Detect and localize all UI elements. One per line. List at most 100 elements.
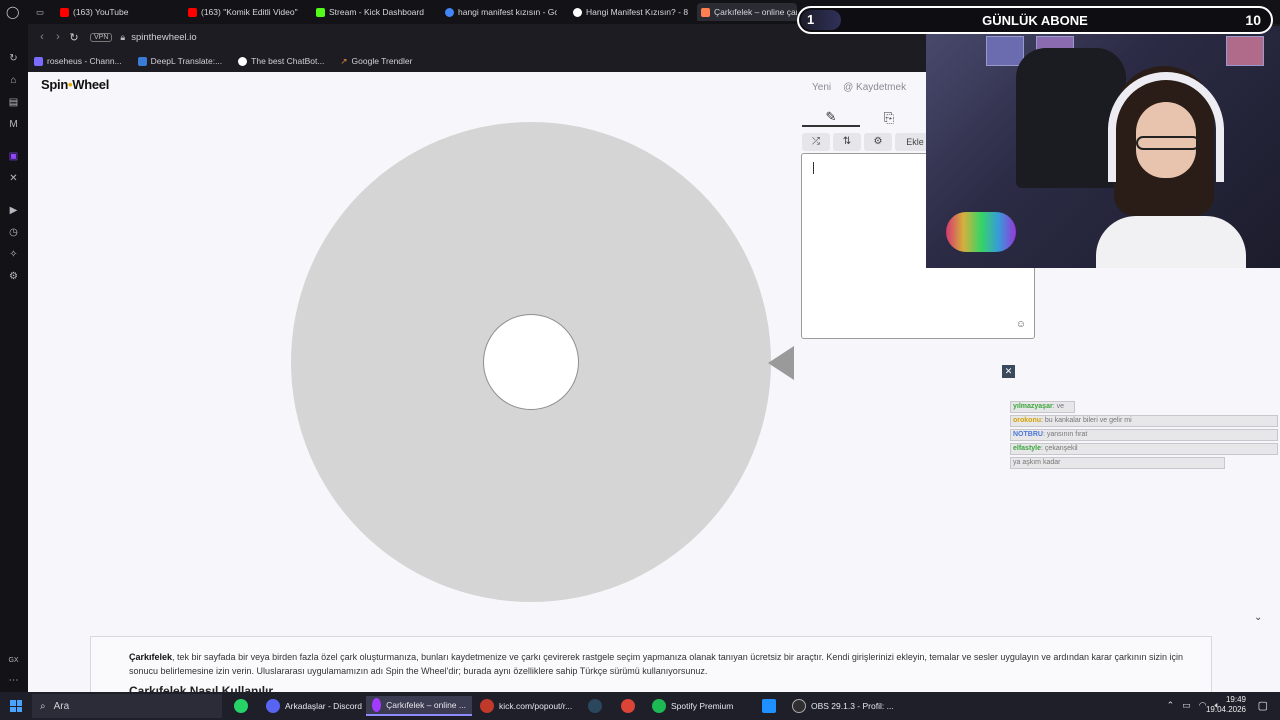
bookmark-roseheus[interactable]: roseheus - Chann... [34, 56, 122, 66]
vpn-badge[interactable]: VPN [90, 32, 113, 42]
top-nav: Yeni @ Kaydetmek [812, 82, 906, 93]
windows-start-icon[interactable] [10, 700, 22, 712]
history-icon[interactable]: ◷ [7, 226, 20, 239]
refresh-icon[interactable]: ↻ [7, 52, 20, 65]
forward-icon[interactable]: › [50, 31, 66, 43]
emoji-icon[interactable]: ☺ [1016, 319, 1026, 330]
wall-poster [1226, 36, 1264, 66]
taskbar-label: OBS 29.1.3 - Profil: ... [811, 701, 894, 711]
tab-label: (163) "Komik Editli Video" [201, 7, 298, 17]
taskbar-obs[interactable]: OBS 29.1.3 - Profil: ... [792, 696, 894, 716]
tab-manifest-quiz[interactable]: Hangi Manifest Kızısın? - 8 [573, 3, 688, 21]
bookmark-chatbot[interactable]: The best ChatBot... [238, 56, 324, 66]
google-icon [445, 7, 454, 17]
extensions-icon[interactable]: ✧ [7, 248, 20, 261]
clock-time: 19:49 [1225, 695, 1246, 704]
x-icon[interactable]: ✕ [7, 172, 20, 185]
taskbar-opera-carkifelek[interactable]: Çarkıfelek – online ... [366, 696, 472, 716]
tab-kick-dashboard[interactable]: Stream - Kick Dashboard [316, 3, 436, 21]
chat-username: elfastyle [1013, 445, 1042, 452]
news-icon[interactable]: ▤ [7, 96, 20, 109]
chat-username: NOTBRU [1013, 431, 1043, 438]
wheel-pointer-icon [768, 346, 794, 380]
close-icon[interactable]: ✕ [1002, 365, 1015, 378]
url-field[interactable]: spinthewheel.io [131, 32, 197, 43]
taskbar-label: kick.com/popout/r... [499, 701, 573, 711]
opera-gx-icon [372, 698, 382, 712]
more-icon[interactable]: ⋯ [7, 674, 20, 687]
site-logo[interactable]: Spin•Wheel [41, 77, 109, 92]
taskbar-clock[interactable]: 19:49 19.04.2026 [1206, 695, 1246, 715]
tab-label: (163) YouTube [73, 7, 129, 17]
settings-icon[interactable]: ⚙ [864, 133, 892, 151]
taskbar-spotify[interactable]: Spotify Premium [652, 696, 733, 716]
results-tab-clipboard-icon[interactable]: ⎘ [860, 110, 918, 126]
tab-youtube-video[interactable]: (163) "Komik Editli Video" [188, 3, 306, 21]
bookmark-label: The best ChatBot... [251, 56, 325, 66]
tab-label: Çarkıfelek – online çark [714, 7, 797, 17]
lock-icon[interactable]: 🔒︎ [120, 32, 125, 43]
browser-sidebar: ↻ ⌂ ▤ M ▣ ✕ ▶ ◷ ✧ ⚙ GX ⋯ [0, 24, 28, 692]
goal-title: GÜNLÜK ABONE [982, 13, 1088, 28]
rgb-light [946, 212, 1016, 252]
edit-tab-pencil-icon[interactable]: ✎ [802, 109, 860, 127]
tab-youtube[interactable]: (163) YouTube [60, 3, 180, 21]
chat-text: : ve [1052, 403, 1064, 410]
twitch-icon[interactable]: ▣ [7, 150, 20, 163]
settings-icon[interactable]: ⚙ [7, 270, 20, 283]
taskbar-whatsapp[interactable] [234, 696, 248, 716]
tab-list-icon[interactable]: ▭ [36, 3, 44, 21]
taskbar-label: Arkadaşlar - Discord [285, 701, 362, 711]
tab-carkifelek[interactable]: Çarkıfelek – online çark [697, 3, 797, 21]
article-heading: Çarkıfelek Nasıl Kullanılır [129, 684, 274, 692]
logo-text-wheel: Wheel [72, 77, 110, 92]
chat-text: : çekanşekil [1041, 445, 1078, 452]
article-body: , tek bir sayfada bir veya birden fazla … [129, 652, 1183, 676]
chevron-down-icon[interactable]: ⌄ [1254, 612, 1262, 623]
tab-google-search[interactable]: hangi manifest kızısın - Go [445, 3, 557, 21]
goal-target-count: 10 [1245, 12, 1261, 28]
taskbar-kick-popout[interactable]: kick.com/popout/r... [480, 696, 572, 716]
logo-text-spin: Spin [41, 77, 68, 92]
kick-icon [34, 56, 43, 66]
windows-taskbar: ⌕ Ara Arkadaşlar - Discord Çarkıfelek – … [0, 692, 1280, 720]
taskbar-discord[interactable]: Arkadaşlar - Discord [266, 696, 362, 716]
description-article: Çarkıfelek, tek bir sayfada bir veya bir… [90, 636, 1212, 692]
chat-message: NOTBRU: yansının fırat [1010, 429, 1278, 441]
chrome-icon [621, 699, 635, 713]
chevron-up-icon[interactable]: ⌃ [1167, 700, 1175, 711]
shuffle-icon[interactable]: ⤮ [802, 133, 830, 151]
messenger-icon[interactable]: ⌂ [7, 74, 20, 87]
reload-icon[interactable]: ↻ [66, 31, 82, 44]
taskbar-app[interactable] [762, 696, 776, 716]
browser-logo-icon[interactable]: ◯ [6, 3, 19, 21]
taskbar-label: Çarkıfelek – online ... [386, 700, 466, 710]
headset-icon [1108, 72, 1224, 182]
search-placeholder: Ara [53, 700, 70, 712]
spotify-icon [652, 699, 666, 713]
chatgpt-icon [238, 56, 248, 66]
steam-icon [588, 699, 602, 713]
clock-date: 19.04.2026 [1205, 705, 1246, 714]
back-icon[interactable]: ‹ [34, 31, 50, 43]
bookmark-google-trends[interactable]: ↗ Google Trendler [340, 56, 412, 67]
mail-icon[interactable]: M [7, 118, 20, 131]
article-lead: Çarkıfelek [129, 652, 173, 662]
chat-bubble-icon [573, 7, 582, 17]
battery-icon[interactable]: ▭ [1182, 700, 1191, 711]
taskbar-chrome[interactable] [621, 696, 635, 716]
bookmark-label: DeepL Translate:... [150, 56, 223, 66]
save-link[interactable]: @ Kaydetmek [843, 82, 906, 93]
gx-icon[interactable]: GX [7, 654, 20, 667]
chat-text: ya aşkım kadar [1013, 459, 1061, 466]
kick-icon [316, 7, 325, 17]
play-icon[interactable]: ▶ [7, 204, 20, 217]
new-wheel-link[interactable]: Yeni [812, 82, 831, 93]
notification-icon[interactable]: ▢ [1258, 699, 1268, 712]
bookmark-label: roseheus - Chann... [47, 56, 122, 66]
wheel-center-hub[interactable] [483, 314, 579, 410]
taskbar-steam[interactable] [588, 696, 602, 716]
bookmark-deepl[interactable]: DeepL Translate:... [137, 56, 223, 66]
sort-icon[interactable]: ⇅ [833, 133, 861, 151]
taskbar-search[interactable]: ⌕ Ara [32, 694, 222, 718]
